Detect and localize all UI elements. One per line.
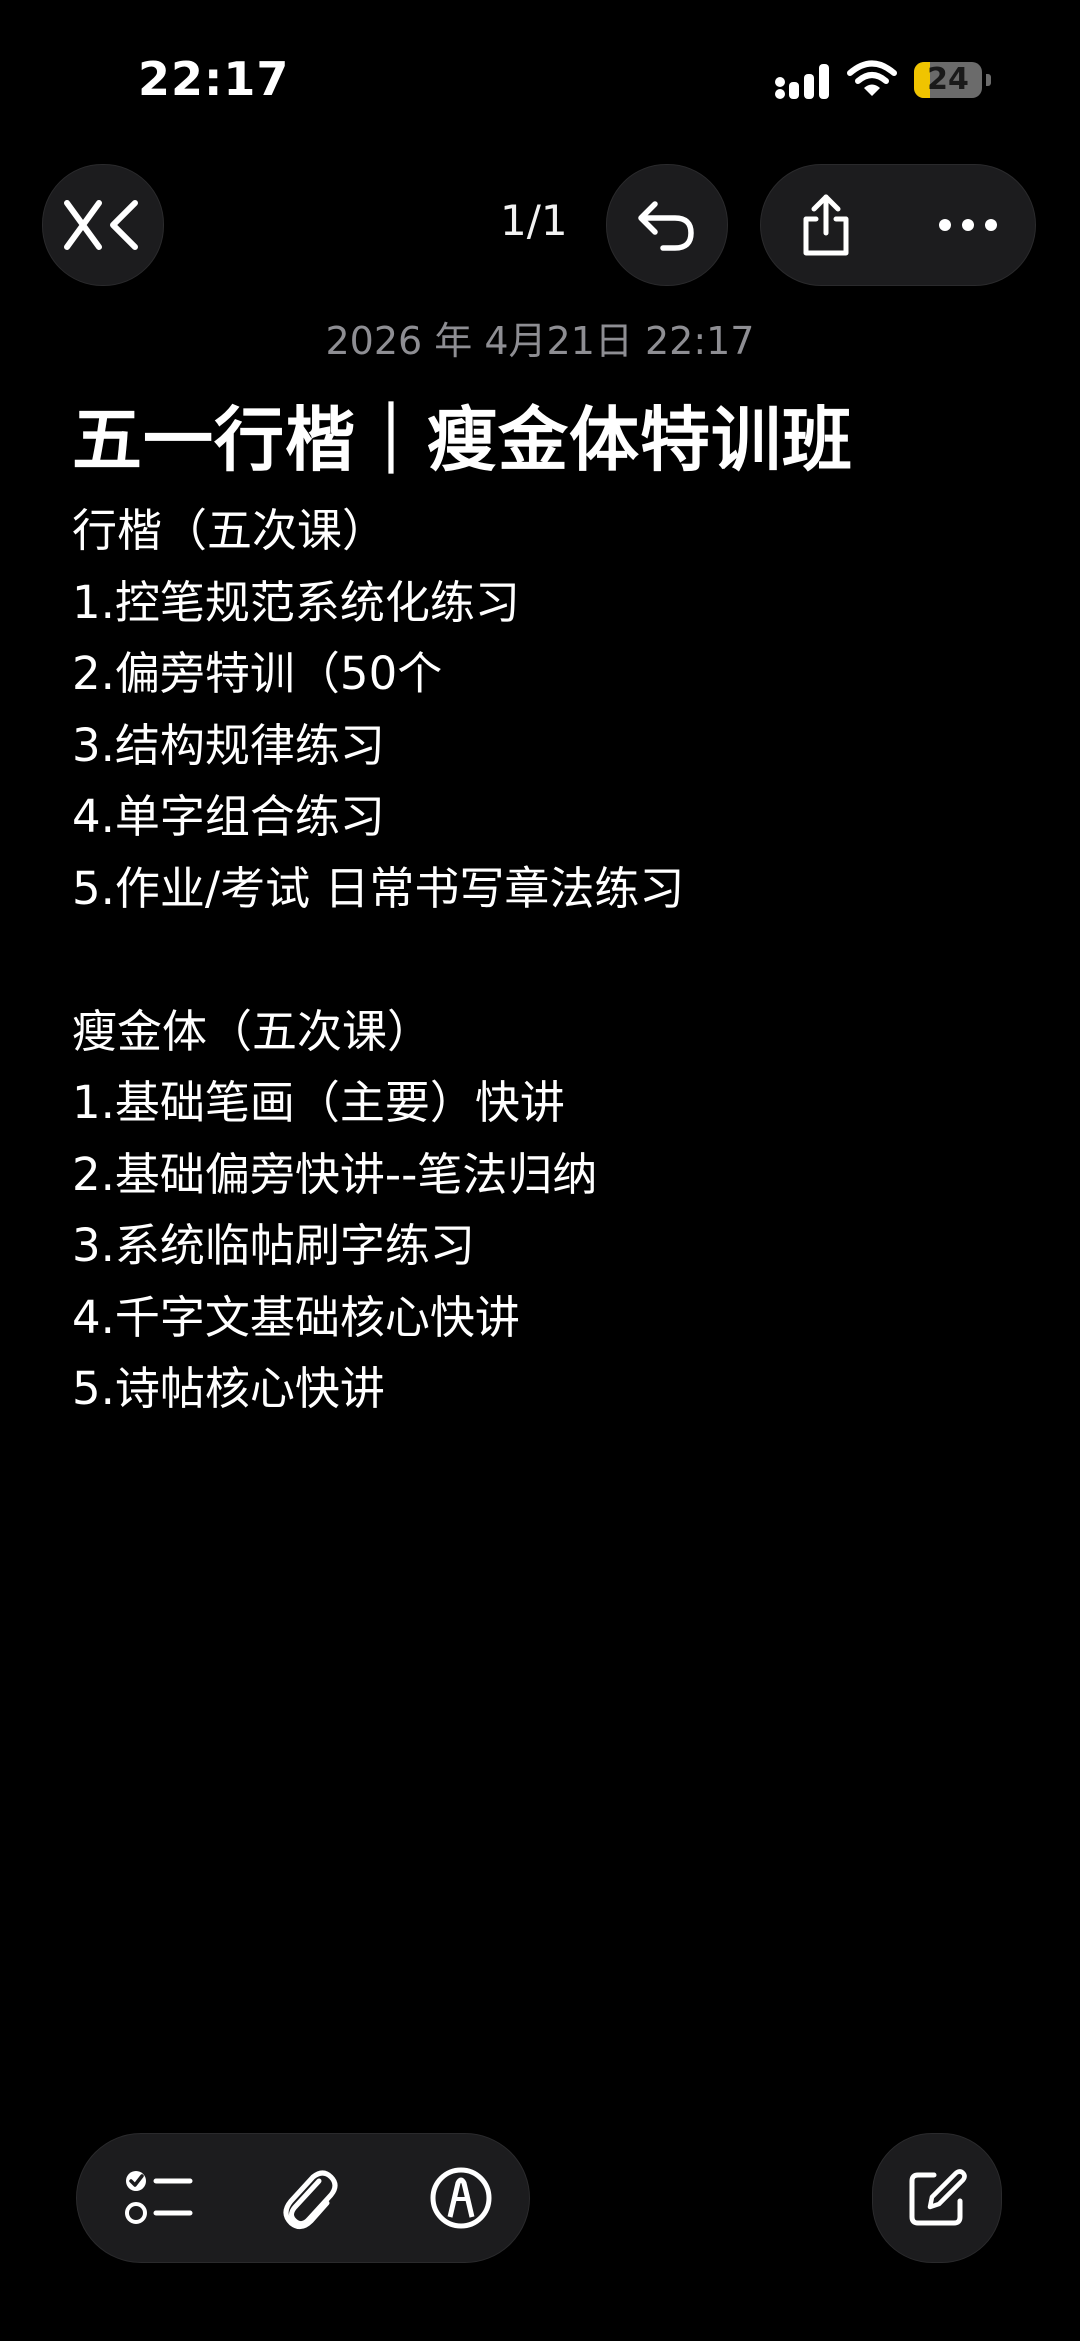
checklist-icon (125, 2171, 193, 2224)
note-line: 4.千字文基础核心快讲 (72, 1290, 520, 1344)
back-button[interactable] (42, 164, 164, 286)
note-line: 3.系统临帖刷字练习 (72, 1219, 475, 1272)
note-line: 行楷（五次课） (72, 504, 388, 557)
note-line: 3.结构规律练习 (72, 718, 385, 772)
note-line: 5.诗帖核心快讲 (72, 1362, 385, 1415)
status-time: 22:17 (138, 52, 290, 106)
note-body[interactable]: 行楷（五次课） 1.控笔规范系统化练习 2.偏旁特训（50个 3.结构规律练习 4.单字… (72, 495, 1032, 1425)
undo-button[interactable] (606, 164, 728, 286)
note-line: 5.作业/考试 日常书写章法练习 (72, 861, 685, 915)
note-title[interactable]: 五一行楷｜瘦金体特训班 (72, 384, 853, 485)
note-date: 2026 年 4月21日 22:17 (325, 319, 755, 363)
paperclip-icon (283, 2170, 338, 2229)
more-button[interactable] (901, 165, 1035, 285)
back-chevron-icon (64, 200, 138, 250)
compose-button[interactable] (872, 2133, 1002, 2263)
bottom-toolbar (76, 2133, 530, 2263)
signal-icon (775, 64, 829, 99)
page-indicator: 1/1 (500, 196, 568, 245)
share-button[interactable] (761, 165, 891, 285)
battery-level: 24 (927, 62, 969, 97)
note-line: 1.基础笔画（主要）快讲 (72, 1076, 565, 1129)
note-line: 2.基础偏旁快讲--笔法归纳 (72, 1147, 598, 1201)
compose-icon (909, 2169, 967, 2226)
markup-button[interactable] (391, 2134, 531, 2262)
note-line: 2.偏旁特训（50个 (72, 647, 443, 700)
undo-icon (638, 201, 694, 251)
status-bar: 22:17 24 (0, 0, 1080, 150)
note-line: 瘦金体（五次课） (72, 1004, 433, 1058)
share-icon (803, 194, 849, 256)
more-icon (939, 219, 997, 231)
note-line: 1.控笔规范系统化练习 (72, 575, 520, 629)
attach-button[interactable] (239, 2134, 379, 2262)
note-line: 4.单字组合练习 (72, 790, 385, 843)
action-group (760, 164, 1036, 286)
wifi-icon (847, 60, 897, 96)
note-blank-line (72, 924, 1032, 996)
markup-pen-icon (430, 2167, 492, 2229)
checklist-button[interactable] (89, 2134, 229, 2262)
battery-icon: 24 (914, 62, 991, 98)
